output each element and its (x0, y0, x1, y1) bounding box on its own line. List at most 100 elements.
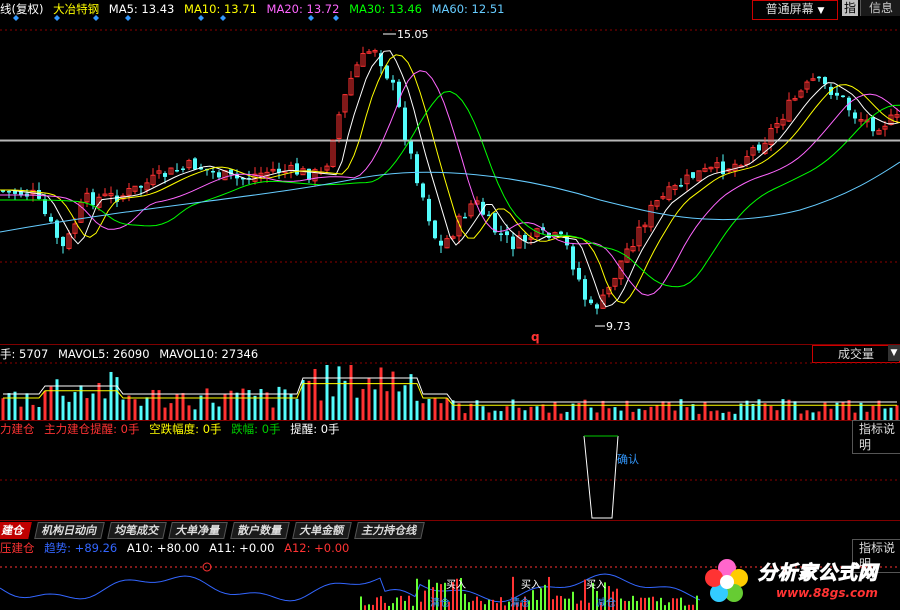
volume-bar (385, 391, 389, 420)
volume-bar (775, 410, 779, 420)
candle-body (559, 231, 563, 235)
mavol5-value: MAVOL5: 26090 (57, 347, 150, 361)
watermark-url: www.88gs.com (776, 586, 878, 600)
bottom-bar (388, 605, 390, 610)
tab-big-net[interactable]: 大单净量 (168, 522, 229, 539)
volume-bar (847, 400, 851, 420)
bottom-bar (408, 595, 410, 610)
bottom-bar (380, 596, 382, 610)
candle-body (817, 76, 821, 79)
volume-bar (475, 400, 479, 420)
bottom-legend: 压建仓 趋势: +89.26 A10: +80.00 A11: +0.00 A1… (0, 540, 355, 556)
bottom-bar (540, 588, 542, 610)
volume-bar (487, 412, 491, 420)
bottom-bar (564, 598, 566, 610)
tab-institution[interactable]: 机构日动向 (34, 522, 105, 539)
tab-holding-line[interactable]: 主力持仓线 (354, 522, 425, 539)
candle-body (7, 191, 11, 193)
tab-big-amount[interactable]: 大单金额 (292, 522, 352, 539)
volume-bar (133, 399, 137, 420)
high-price-label: 15.05 (397, 28, 429, 41)
bottom-bar (568, 598, 570, 610)
bottom-bar (664, 605, 666, 610)
bottom-bar (616, 588, 618, 610)
candle-body (193, 158, 197, 170)
volume-chart[interactable] (0, 362, 900, 420)
bottom-bar (492, 599, 494, 610)
a12-value: A12: +0.00 (284, 541, 350, 555)
volume-dropdown-arrow[interactable]: ▼ (888, 345, 900, 361)
volume-bar (265, 392, 269, 420)
bottom-indicator-name: 压建仓 (0, 541, 35, 555)
candle-body (49, 216, 53, 222)
volume-bar (619, 410, 623, 420)
volume-bar (91, 393, 95, 420)
candle-body (175, 170, 179, 172)
event-marker-icon (198, 15, 204, 21)
volume-bar (673, 410, 677, 420)
volume-bar (787, 399, 791, 420)
volume-bar (331, 396, 335, 420)
bottom-bar (548, 576, 550, 610)
volume-bar (853, 412, 857, 420)
bottom-bar (652, 596, 654, 610)
bottom-bar (556, 595, 558, 610)
candlestick-chart[interactable]: 15.05 9.73 (0, 0, 900, 345)
volume-bar (523, 410, 527, 420)
volume-bar (13, 391, 17, 420)
volume-bar (295, 398, 299, 420)
volume-bar (193, 409, 197, 420)
bottom-bar (396, 597, 398, 610)
volume-bar (115, 377, 119, 420)
watermark: 分析家公式网 www.88gs.com (702, 554, 900, 610)
volume-bar (319, 400, 323, 420)
bottom-bar (368, 604, 370, 610)
volume-bar (211, 402, 215, 420)
candle-body (43, 199, 47, 215)
volume-bar (415, 400, 419, 420)
candle-body (757, 144, 761, 151)
bottom-bar (660, 597, 662, 610)
volume-bar (253, 395, 257, 420)
volume-bar (553, 401, 557, 420)
volume-bar (841, 401, 845, 420)
volume-bar (109, 371, 113, 420)
bottom-bar (692, 604, 694, 610)
volume-bar (889, 407, 893, 420)
trend-value: 趋势: +89.26 (44, 541, 118, 555)
volume-bar (433, 398, 437, 420)
bottom-bar (624, 600, 626, 610)
volume-bar (187, 405, 191, 420)
volume-bar (169, 403, 173, 420)
candle-body (37, 190, 41, 199)
signal-label-clear-1: 清仓 (430, 598, 450, 609)
candle-body (595, 304, 599, 309)
candle-body (871, 117, 875, 132)
bottom-bar (572, 591, 574, 610)
indicator-chart[interactable] (0, 434, 900, 520)
bottom-bar (400, 595, 402, 610)
volume-bar (121, 399, 125, 420)
tab-avg-trade[interactable]: 均笔成交 (106, 522, 167, 539)
bottom-bar (580, 600, 582, 610)
tab-retail[interactable]: 散户数量 (230, 522, 291, 539)
volume-bar (607, 408, 611, 420)
candle-body (679, 184, 683, 187)
volume-bar (685, 407, 689, 420)
tab-build[interactable]: 建仓 (0, 522, 32, 539)
volume-bar (247, 390, 251, 420)
bottom-bar (500, 597, 502, 610)
volume-bar (403, 385, 407, 420)
volume-bar (355, 397, 359, 420)
volume-bar (721, 412, 725, 420)
volume-bar (127, 395, 131, 420)
event-marker-icon (93, 15, 99, 21)
volume-bar (397, 391, 401, 420)
bottom-bar (632, 595, 634, 610)
volume-dropdown[interactable]: 成交量 (812, 345, 900, 363)
volume-bar (373, 389, 377, 420)
bottom-bar (484, 604, 486, 610)
volume-bar (19, 406, 23, 420)
volume-bar (181, 393, 185, 420)
volume-bar (625, 400, 629, 420)
